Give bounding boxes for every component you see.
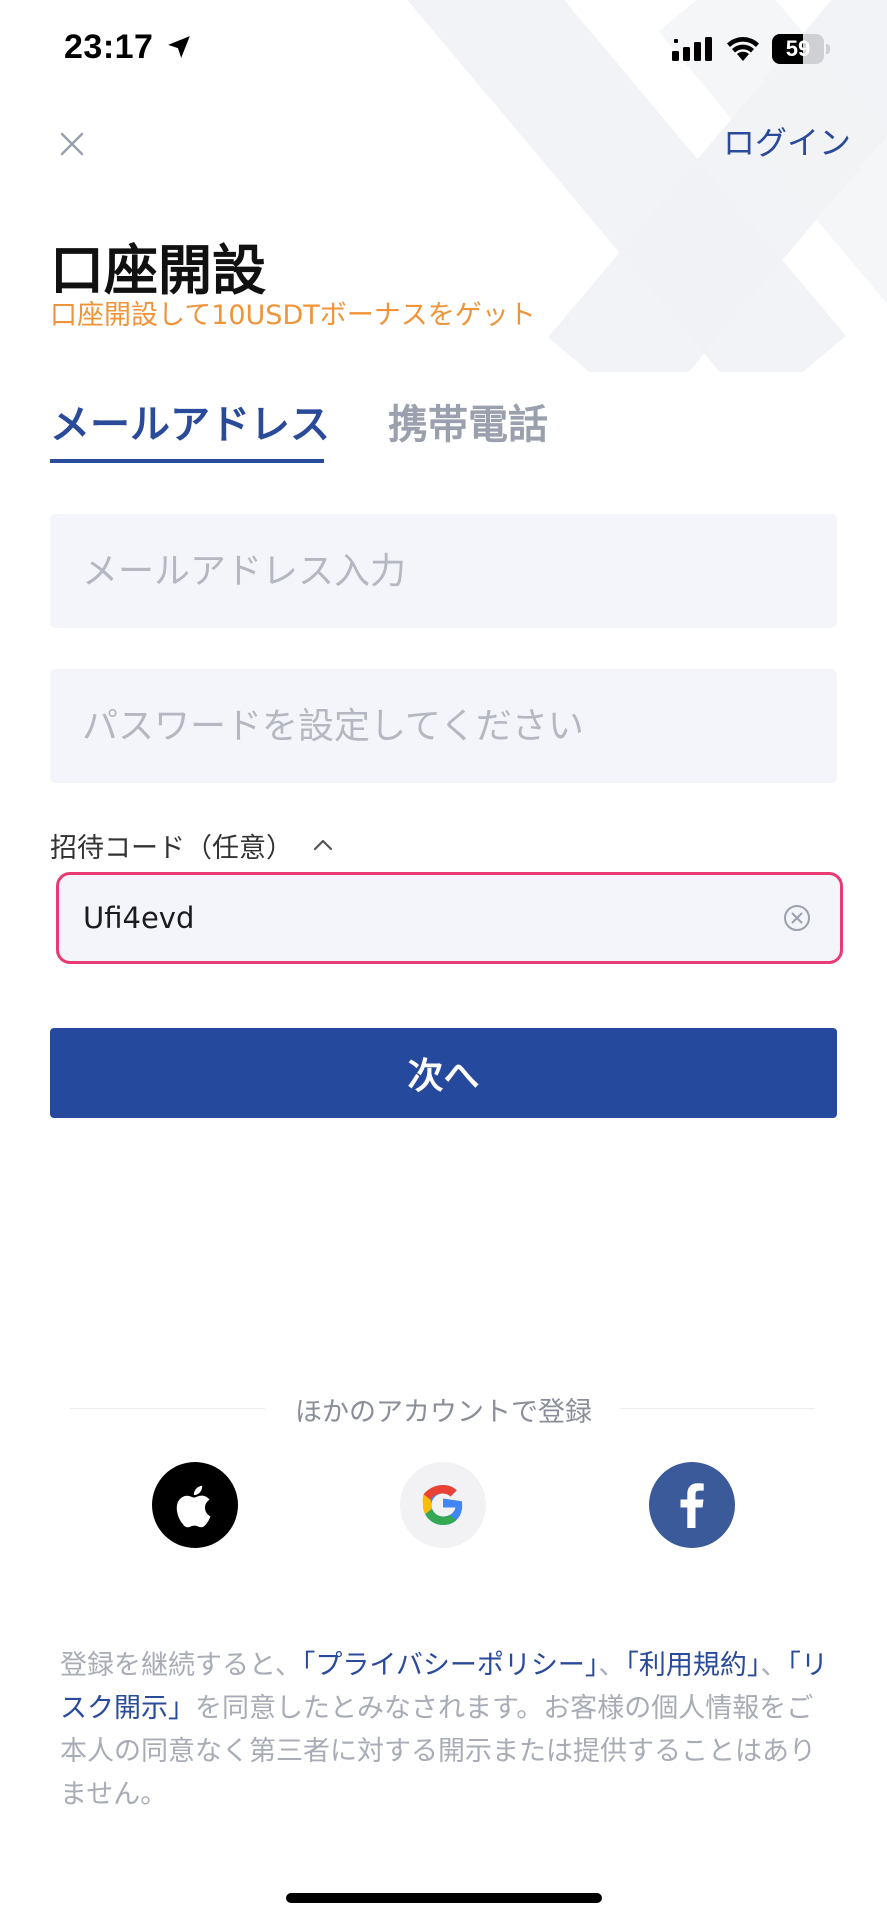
privacy-policy-link[interactable]: 「プライバシーポリシー」 bbox=[302, 1650, 598, 1681]
close-icon[interactable] bbox=[56, 128, 88, 160]
password-field-container bbox=[50, 669, 837, 783]
clear-circle-icon[interactable] bbox=[782, 903, 812, 933]
invite-code-field[interactable]: Ufi4evd bbox=[56, 872, 843, 964]
battery-icon: 59 bbox=[772, 34, 832, 64]
invite-code-label: 招待コード（任意） bbox=[50, 833, 293, 864]
social-signup-label: ほかのアカウントで登録 bbox=[295, 1397, 592, 1428]
google-signin-button[interactable] bbox=[400, 1462, 486, 1548]
apple-icon bbox=[176, 1485, 211, 1528]
email-field-container bbox=[50, 514, 837, 628]
active-tab-indicator bbox=[50, 459, 324, 463]
facebook-signin-button[interactable] bbox=[649, 1462, 735, 1548]
legal-prefix: 登録を継続すると、 bbox=[60, 1650, 302, 1681]
legal-notice: 登録を継続すると、「プライバシーポリシー」、「利用規約」、「リスク開示」を同意し… bbox=[60, 1644, 830, 1816]
chevron-up-icon[interactable] bbox=[312, 836, 334, 852]
email-input[interactable] bbox=[50, 514, 837, 628]
login-link[interactable]: ログイン bbox=[723, 118, 851, 164]
next-button[interactable]: 次へ bbox=[50, 1028, 837, 1118]
tab-phone[interactable]: 携帯電話 bbox=[388, 392, 548, 450]
status-time: 23:17 bbox=[64, 28, 154, 66]
facebook-icon bbox=[680, 1483, 704, 1528]
terms-of-use-link[interactable]: 「利用規約」 bbox=[625, 1650, 760, 1681]
status-bar: 23:17 59 bbox=[0, 0, 887, 100]
battery-level: 59 bbox=[785, 36, 811, 61]
password-input[interactable] bbox=[50, 669, 837, 783]
invite-code-input[interactable]: Ufi4evd bbox=[83, 875, 194, 961]
home-indicator bbox=[286, 1893, 602, 1903]
legal-separator: 、 bbox=[598, 1650, 626, 1681]
google-icon bbox=[422, 1485, 463, 1525]
wifi-icon bbox=[727, 37, 759, 61]
tab-email[interactable]: メールアドレス bbox=[50, 392, 330, 450]
bonus-subtitle: 口座開設して10USDTボーナスをゲット bbox=[50, 300, 536, 331]
battery-cap bbox=[826, 44, 830, 54]
location-arrow-icon bbox=[168, 36, 190, 58]
signal-icon bbox=[672, 37, 712, 61]
legal-separator: 、 bbox=[760, 1650, 788, 1681]
apple-signin-button[interactable] bbox=[152, 1462, 238, 1548]
